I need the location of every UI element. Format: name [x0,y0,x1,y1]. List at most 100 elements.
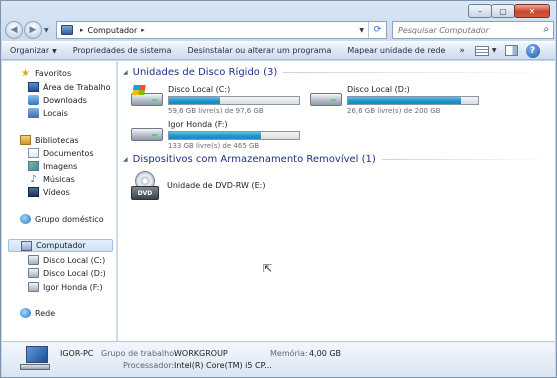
mouse-cursor-icon: ⇱ [263,262,273,275]
nav-homegroup[interactable]: Grupo doméstico [20,214,104,224]
more-commands-button[interactable]: » [453,46,471,56]
drive-tile-c[interactable]: Disco Local (C:) 59,6 GB livre(s) de 97,… [131,85,300,115]
group-title-removable: Dispositivos com Armazenamento Removível… [132,154,376,165]
back-button[interactable]: ◀ [5,21,23,39]
drive-name: Disco Local (C:) [168,85,231,94]
hard-drive-icon [131,120,163,142]
nav-libraries-label: Bibliotecas [35,135,79,145]
drive-tile-f[interactable]: Igor Honda (F:) 133 GB livre(s) de 465 G… [131,120,300,150]
drive-name: Unidade de DVD-RW (E:) [167,180,266,190]
desktop-icon [28,82,39,92]
collapse-triangle-icon[interactable]: ◢ [123,156,128,163]
maximize-button[interactable]: ▢ [491,4,515,18]
system-drive-icon [131,85,163,107]
dvd-drive-icon: DVD [131,171,159,201]
drive-usage-bar [168,131,300,140]
address-dropdown-icon[interactable]: ▼ [359,27,364,34]
details-pane: IGOR-PC Grupo de trabalho: WORKGROUP Mem… [2,341,555,377]
search-input[interactable] [393,25,533,35]
nav-network[interactable]: Rede [20,308,55,318]
nav-images-label: Imagens [43,161,78,171]
memory-value: 4,00 GB [309,349,342,358]
nav-network-label: Rede [35,308,56,318]
workgroup-value: WORKGROUP [174,349,228,358]
processor-label: Processador: [123,361,175,370]
nav-documents[interactable]: Documentos [28,148,94,158]
nav-places-label: Locais [43,108,68,118]
images-icon [28,161,39,171]
breadcrumb-separator-2[interactable]: ▸ [141,26,145,34]
nav-downloads-label: Downloads [43,95,87,105]
music-note-icon: ♪ [30,174,37,185]
dvd-badge: DVD [131,186,159,200]
nav-videos[interactable]: Vídeos [28,187,70,197]
network-icon [20,308,31,318]
preview-pane-icon[interactable] [504,45,518,56]
places-icon [28,108,39,118]
nav-music[interactable]: ♪ Músicas [28,174,75,185]
arrow-right-icon: ▶ [29,25,37,35]
minimize-button[interactable]: – [468,4,492,18]
nav-drive-c-label: Disco Local (C:) [43,255,106,265]
nav-places[interactable]: Locais [28,108,68,118]
drive-usage-fill [348,97,462,104]
libraries-icon [20,135,31,145]
help-icon[interactable]: ? [525,43,540,58]
computer-icon [21,240,32,251]
command-bar: Organizar ▼ Propriedades de sistema Desin… [2,41,555,60]
computer-icon [61,25,73,35]
close-button[interactable]: ✕ [514,4,550,18]
nav-documents-label: Documentos [43,148,94,158]
arrow-left-icon: ◀ [10,25,18,35]
group-header-hard-drives[interactable]: ◢ Unidades de Disco Rígido (3) [123,67,553,78]
hard-drive-icon [28,255,39,265]
hard-drive-icon [28,268,39,278]
drive-usage-bar [168,96,300,105]
group-divider [381,159,553,160]
breadcrumb-separator[interactable]: ▸ [80,26,84,34]
homegroup-icon [20,214,31,224]
nav-drive-c[interactable]: Disco Local (C:) [28,255,105,265]
nav-drive-d[interactable]: Disco Local (D:) [28,268,106,278]
drive-usage-fill [169,97,220,104]
chevron-down-icon: ▼ [52,48,57,55]
nav-drive-d-label: Disco Local (D:) [43,268,106,278]
nav-downloads[interactable]: Downloads [28,95,87,105]
collapse-triangle-icon[interactable]: ◢ [123,69,128,76]
forward-button[interactable]: ▶ [24,21,42,39]
nav-drive-f[interactable]: Igor Honda (F:) [28,282,103,292]
recent-pages-dropdown[interactable]: ▼ [44,27,49,34]
nav-libraries[interactable]: Bibliotecas [20,135,79,145]
nav-computer[interactable]: Computador [8,239,113,252]
search-box[interactable]: ⌕ [392,21,554,39]
view-options-icon[interactable] [474,45,489,56]
organize-label: Organizar [10,46,50,55]
content-pane: ◢ Unidades de Disco Rígido (3) Disco Loc… [118,61,555,341]
drive-free-space: 59,6 GB livre(s) de 97,6 GB [168,107,264,115]
drive-name: Igor Honda (F:) [168,120,228,129]
drive-usage-fill [169,132,262,139]
view-dropdown-icon[interactable]: ▼ [492,47,497,54]
memory-label: Memória: [270,349,308,358]
refresh-button[interactable]: ⟳ [368,22,386,38]
address-bar[interactable]: ▸ Computador ▸ ▼ ⟳ [56,21,387,39]
documents-icon [28,148,39,158]
organize-button[interactable]: Organizar ▼ [2,46,65,55]
system-properties-button[interactable]: Propriedades de sistema [65,46,180,55]
uninstall-program-button[interactable]: Desinstalar ou alterar um programa [179,46,339,55]
group-divider [283,72,553,73]
group-header-removable[interactable]: ◢ Dispositivos com Armazenamento Removív… [123,154,553,165]
computer-large-icon [20,346,50,372]
nav-favorites-label: Favoritos [35,69,72,78]
drive-tile-dvd[interactable]: DVD Unidade de DVD-RW (E:) [131,171,265,201]
computer-name: IGOR-PC [60,349,94,358]
nav-images[interactable]: Imagens [28,161,77,171]
breadcrumb-computer[interactable]: Computador [88,26,138,35]
nav-favorites[interactable]: ★ Favoritos [20,68,71,79]
search-icon[interactable]: ⌕ [543,24,549,35]
star-icon: ★ [21,68,30,79]
map-network-drive-button[interactable]: Mapear unidade de rede [339,46,453,55]
navigation-pane: ★ Favoritos Área de Trabalho Downloads L… [2,61,117,341]
drive-tile-d[interactable]: Disco Local (D:) 26,6 GB livre(s) de 200… [310,85,479,115]
nav-desktop[interactable]: Área de Trabalho [28,82,111,92]
